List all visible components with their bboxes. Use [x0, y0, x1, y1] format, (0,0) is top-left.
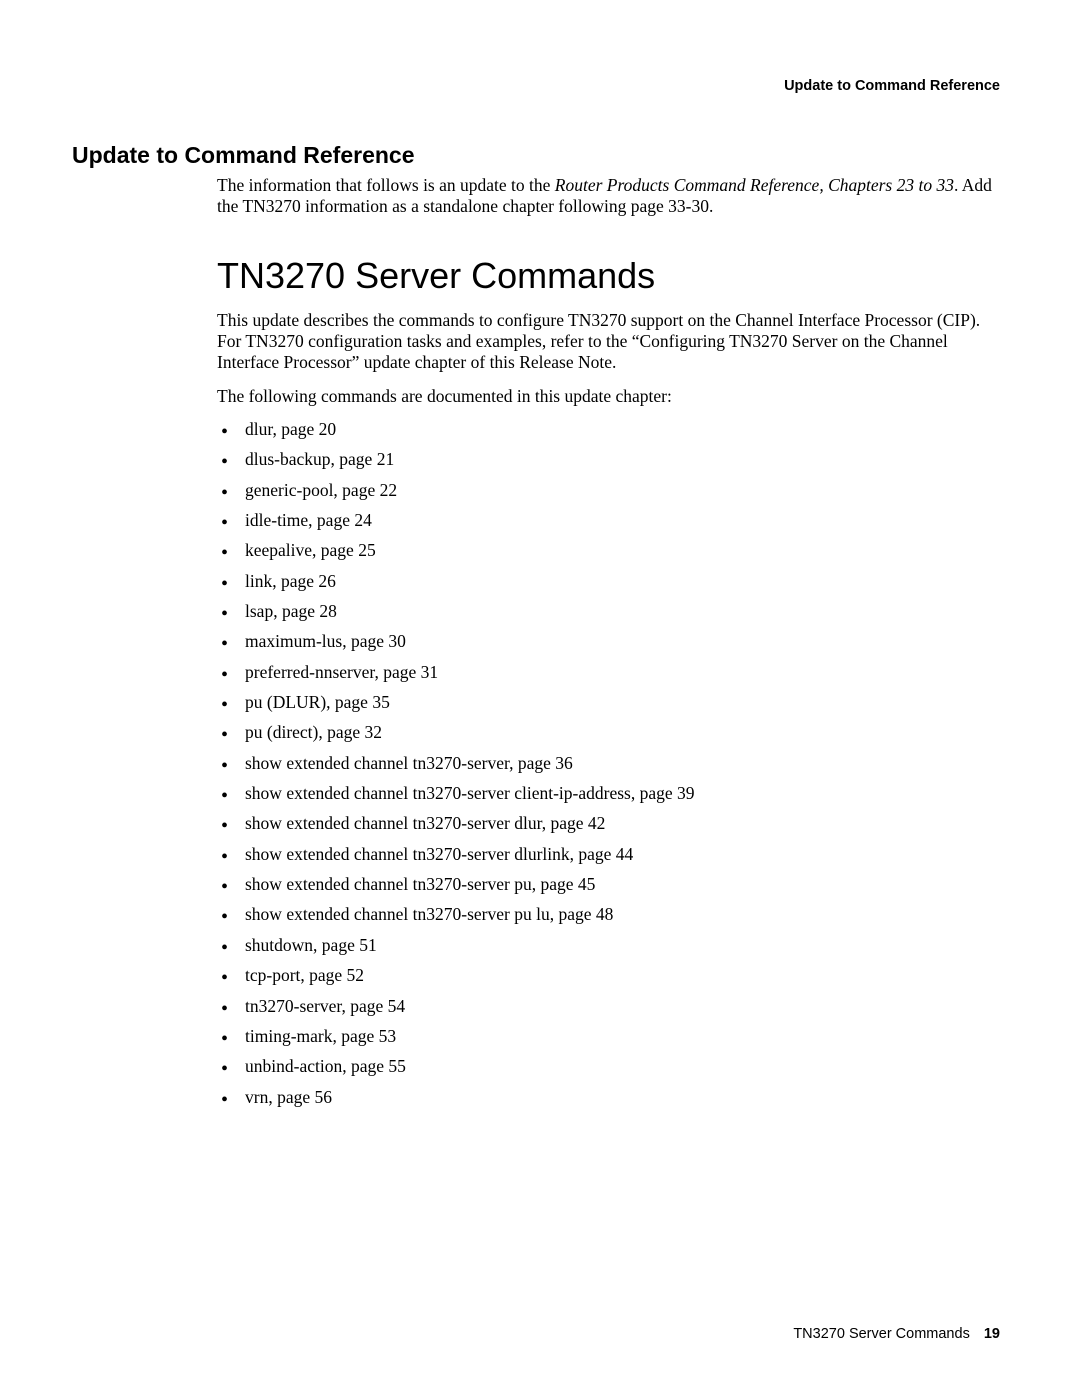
bullet-icon: • — [221, 422, 228, 442]
list-item: • tn3270-server, page 54 — [217, 996, 1000, 1017]
list-item: • timing-mark, page 53 — [217, 1026, 1000, 1047]
list-item: • keepalive, page 25 — [217, 540, 1000, 561]
list-item-label: dlur, page 20 — [245, 419, 336, 439]
bullet-icon: • — [221, 847, 228, 867]
list-item-label: show extended channel tn3270-server pu, … — [245, 874, 595, 894]
list-item-label: show extended channel tn3270-server dlur… — [245, 844, 633, 864]
bullet-icon: • — [221, 786, 228, 806]
bullet-icon: • — [221, 665, 228, 685]
list-item: • show extended channel tn3270-server dlu… — [217, 844, 1000, 865]
list-item-label: idle-time, page 24 — [245, 510, 372, 530]
intro-italic: Router Products Command Reference, Chapt… — [555, 175, 954, 195]
bullet-icon: • — [221, 1059, 228, 1079]
running-header: Update to Command Reference — [784, 78, 1000, 94]
list-item-label: unbind-action, page 55 — [245, 1056, 406, 1076]
bullet-icon: • — [221, 543, 228, 563]
list-item: • show extended channel tn3270-server dlu… — [217, 813, 1000, 834]
intro-paragraph: The information that follows is an updat… — [217, 175, 1000, 218]
bullet-icon: • — [221, 999, 228, 1019]
list-item-label: link, page 26 — [245, 571, 336, 591]
list-item: • show extended channel tn3270-server pu … — [217, 904, 1000, 925]
section-heading: Update to Command Reference — [72, 142, 1000, 169]
list-item-label: show extended channel tn3270-server, pag… — [245, 753, 573, 773]
bullet-icon: • — [221, 513, 228, 533]
bullet-icon: • — [221, 725, 228, 745]
content-block: The information that follows is an updat… — [217, 175, 1000, 1108]
list-item: • vrn, page 56 — [217, 1087, 1000, 1108]
bullet-icon: • — [221, 604, 228, 624]
list-item-label: show extended channel tn3270-server pu l… — [245, 904, 613, 924]
list-item-label: vrn, page 56 — [245, 1087, 332, 1107]
bullet-icon: • — [221, 907, 228, 927]
list-item-label: tcp-port, page 52 — [245, 965, 364, 985]
list-item: • show extended channel tn3270-server pu,… — [217, 874, 1000, 895]
page-footer: TN3270 Server Commands 19 — [793, 1326, 1000, 1342]
list-item-label: pu (DLUR), page 35 — [245, 692, 390, 712]
list-item-label: keepalive, page 25 — [245, 540, 376, 560]
list-item-label: pu (direct), page 32 — [245, 722, 382, 742]
bullet-icon: • — [221, 1029, 228, 1049]
list-item: • shutdown, page 51 — [217, 935, 1000, 956]
list-item: • dlur, page 20 — [217, 419, 1000, 440]
bullet-icon: • — [221, 483, 228, 503]
bullet-icon: • — [221, 634, 228, 654]
page: Update to Command Reference Update to Co… — [0, 0, 1080, 1397]
paragraph-2: The following commands are documented in… — [217, 386, 1000, 407]
list-item-label: show extended channel tn3270-server dlur… — [245, 813, 605, 833]
chapter-title: TN3270 Server Commands — [217, 254, 1000, 298]
list-item: • pu (DLUR), page 35 — [217, 692, 1000, 713]
footer-title: TN3270 Server Commands — [793, 1326, 970, 1342]
list-item-label: generic-pool, page 22 — [245, 480, 397, 500]
list-item-label: show extended channel tn3270-server clie… — [245, 783, 695, 803]
list-item-label: shutdown, page 51 — [245, 935, 377, 955]
list-item: • generic-pool, page 22 — [217, 480, 1000, 501]
list-item: • idle-time, page 24 — [217, 510, 1000, 531]
bullet-icon: • — [221, 1090, 228, 1110]
command-list: • dlur, page 20 • dlus-backup, page 21 • gene… — [217, 419, 1000, 1108]
list-item: • tcp-port, page 52 — [217, 965, 1000, 986]
list-item-label: timing-mark, page 53 — [245, 1026, 396, 1046]
bullet-icon: • — [221, 452, 228, 472]
list-item: • lsap, page 28 — [217, 601, 1000, 622]
list-item: • preferred-nnserver, page 31 — [217, 662, 1000, 683]
list-item-label: preferred-nnserver, page 31 — [245, 662, 438, 682]
bullet-icon: • — [221, 938, 228, 958]
bullet-icon: • — [221, 574, 228, 594]
bullet-icon: • — [221, 695, 228, 715]
list-item: • show extended channel tn3270-server cli… — [217, 783, 1000, 804]
bullet-icon: • — [221, 756, 228, 776]
list-item-label: lsap, page 28 — [245, 601, 337, 621]
list-item: • dlus-backup, page 21 — [217, 449, 1000, 470]
paragraph-1: This update describes the commands to co… — [217, 310, 1000, 374]
bullet-icon: • — [221, 877, 228, 897]
bullet-icon: • — [221, 816, 228, 836]
list-item-label: tn3270-server, page 54 — [245, 996, 405, 1016]
list-item: • pu (direct), page 32 — [217, 722, 1000, 743]
footer-page-number: 19 — [984, 1326, 1000, 1342]
list-item: • show extended channel tn3270-server, pa… — [217, 753, 1000, 774]
list-item-label: dlus-backup, page 21 — [245, 449, 394, 469]
list-item: • link, page 26 — [217, 571, 1000, 592]
list-item-label: maximum-lus, page 30 — [245, 631, 406, 651]
list-item: • maximum-lus, page 30 — [217, 631, 1000, 652]
bullet-icon: • — [221, 968, 228, 988]
intro-prefix: The information that follows is an updat… — [217, 175, 555, 195]
list-item: • unbind-action, page 55 — [217, 1056, 1000, 1077]
